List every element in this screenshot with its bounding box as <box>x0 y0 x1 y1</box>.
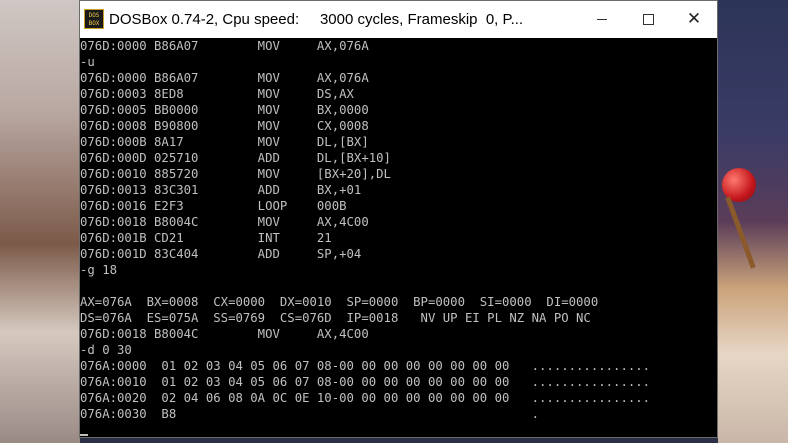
console-line: 076D:0003 8ED8 MOV DS,AX <box>80 87 354 101</box>
console-line: 076D:0000 B86A07 MOV AX,076A <box>80 39 369 53</box>
minimize-icon <box>597 19 607 20</box>
maximize-icon <box>642 14 654 25</box>
console-line: -d 0 30 <box>80 343 132 357</box>
console-line: 076D:0010 885720 MOV [BX+20],DL <box>80 167 391 181</box>
console-line: 076A:0010 01 02 03 04 05 06 07 08-00 00 … <box>80 375 651 389</box>
close-icon: ✕ <box>686 9 702 29</box>
console-line: 076D:0000 B86A07 MOV AX,076A <box>80 71 369 85</box>
console-line: -g 18 <box>80 263 118 277</box>
console-line: 076D:0018 B8004C MOV AX,4C00 <box>80 327 369 341</box>
console-line: 076D:000B 8A17 MOV DL,[BX] <box>80 135 369 149</box>
console-line: 076D:0008 B90800 MOV CX,0008 <box>80 119 369 133</box>
console-line: 076D:0018 B8004C MOV AX,4C00 <box>80 215 369 229</box>
close-button[interactable]: ✕ <box>671 1 717 38</box>
minimize-button[interactable] <box>579 1 625 38</box>
console-line: 076D:0005 BB0000 MOV BX,0000 <box>80 103 369 117</box>
console-line: 076A:0020 02 04 06 08 0A 0C 0E 10-00 00 … <box>80 391 651 405</box>
console-line: 076A:0030 B8 . <box>80 407 540 421</box>
console-line: 076D:001B CD21 INT 21 <box>80 231 332 245</box>
console-line: DS=076A ES=075A SS=0769 CS=076D IP=0018 … <box>80 311 591 325</box>
console-line: 076D:0013 83C301 ADD BX,+01 <box>80 183 362 197</box>
text-cursor <box>80 434 88 436</box>
maximize-button[interactable] <box>625 1 671 38</box>
title-bar[interactable]: DOS BOX DOSBox 0.74-2, Cpu speed: 3000 c… <box>80 1 717 38</box>
console-line: 076D:001D 83C404 ADD SP,+04 <box>80 247 362 261</box>
desktop-wallpaper-left <box>0 0 80 443</box>
dosbox-icon[interactable]: DOS BOX <box>84 9 104 29</box>
dos-console[interactable]: 076D:0000 B86A07 MOV AX,076A -u 076D:0000 … <box>80 38 717 437</box>
console-line: AX=076A BX=0008 CX=0000 DX=0010 SP=0000 … <box>80 295 599 309</box>
console-line: 076D:000D 025710 ADD DL,[BX+10] <box>80 151 391 165</box>
dosbox-window: DOS BOX DOSBox 0.74-2, Cpu speed: 3000 c… <box>79 0 718 438</box>
window-title: DOSBox 0.74-2, Cpu speed: 3000 cycles, F… <box>109 11 524 28</box>
console-line: 076D:0016 E2F3 LOOP 000B <box>80 199 347 213</box>
desktop-wallpaper-right <box>718 0 788 443</box>
console-line: 076A:0000 01 02 03 04 05 06 07 08-00 00 … <box>80 359 651 373</box>
console-line: -u <box>80 55 95 69</box>
